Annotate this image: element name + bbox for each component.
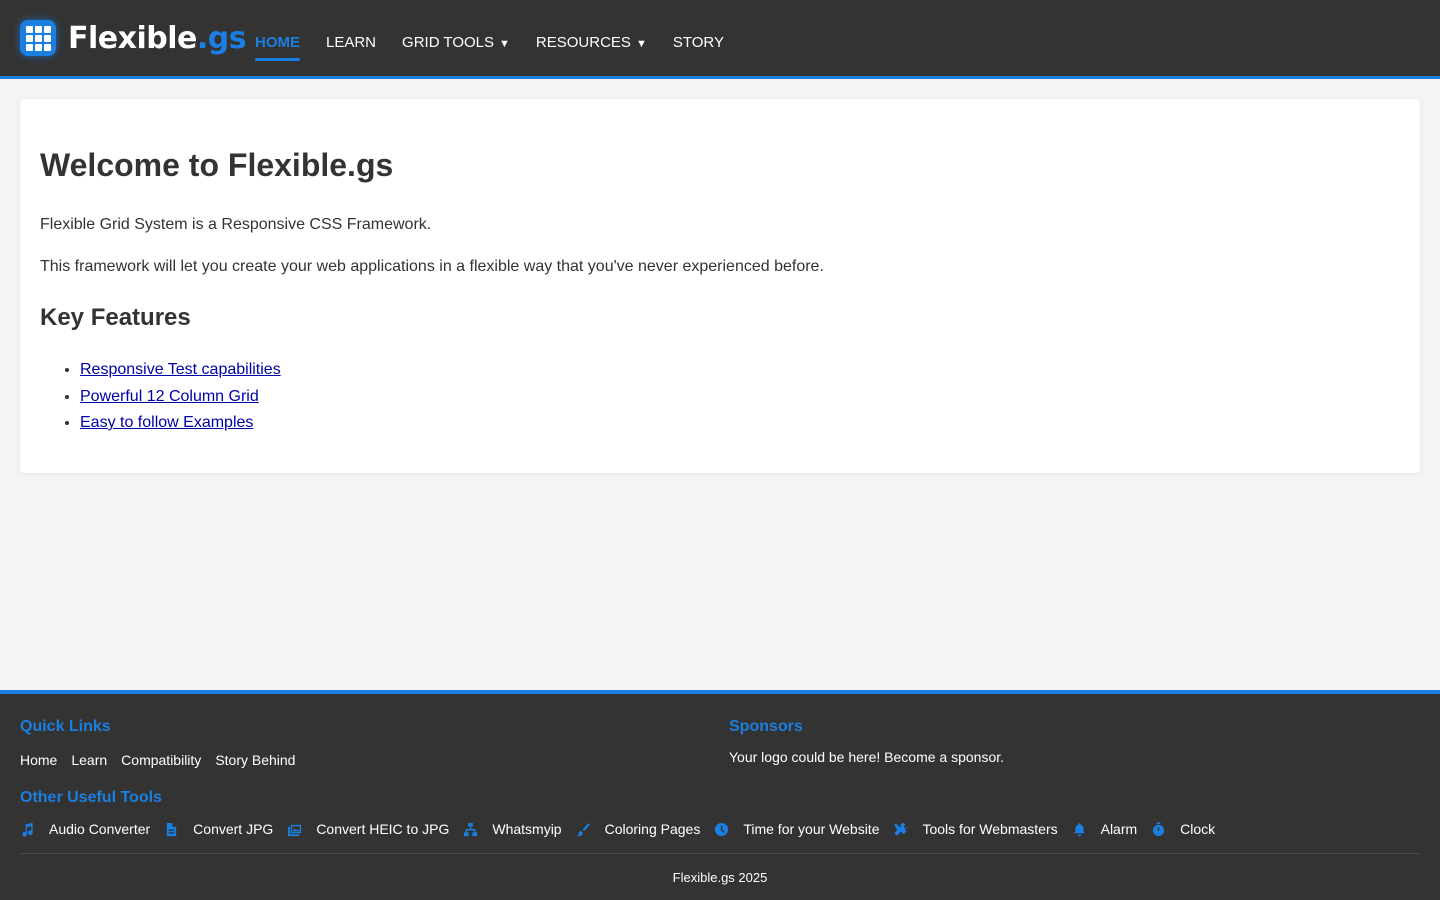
footer-link-story-behind[interactable]: Story Behind: [215, 752, 295, 768]
tool-webmasters[interactable]: Tools for Webmasters: [893, 821, 1058, 837]
intro-text: Flexible Grid System is a Responsive CSS…: [40, 216, 432, 233]
footer-divider: [20, 853, 1420, 854]
quick-links: Home Learn Compatibility Story Behind: [20, 752, 309, 768]
tool-convert-jpg[interactable]: Convert JPG: [164, 821, 273, 837]
welcome-card: Welcome to Flexible.gs Flexible Grid Sys…: [20, 99, 1420, 473]
paintbrush-icon: [576, 822, 590, 836]
description-text: This framework will let you create your …: [40, 258, 824, 275]
feature-link-examples[interactable]: Easy to follow Examples: [80, 414, 253, 431]
tool-time-for-website[interactable]: Time for your Website: [714, 821, 879, 837]
sponsors-heading: Sponsors: [729, 718, 803, 735]
feature-link-responsive-test[interactable]: Responsive Test capabilities: [80, 361, 281, 378]
tool-coloring-pages[interactable]: Coloring Pages: [576, 821, 700, 837]
caret-down-icon: ▼: [635, 38, 647, 50]
footer-link-learn[interactable]: Learn: [71, 752, 107, 768]
footer-link-compatibility[interactable]: Compatibility: [121, 752, 201, 768]
bell-icon: [1073, 822, 1085, 836]
top-navigation-bar: Flexible.gs HOME LEARN GRID TOOLS ▼ RESOU…: [0, 0, 1440, 79]
footer-link-home[interactable]: Home: [20, 752, 57, 768]
caret-down-icon: ▼: [499, 38, 510, 50]
copyright-text: Flexible.gs 2025: [672, 870, 768, 885]
logo-text: Flexible.gs: [68, 20, 247, 56]
tool-clock[interactable]: Clock: [1151, 821, 1215, 837]
network-icon: [464, 822, 478, 836]
file-image-icon: [166, 822, 177, 836]
key-features-heading: Key Features: [40, 304, 191, 331]
main-nav: HOME LEARN GRID TOOLS ▼ RESOURCES ▼ STORY: [255, 0, 750, 76]
clock-icon: [715, 822, 729, 836]
nav-learn[interactable]: LEARN: [326, 0, 376, 76]
page-title: Welcome to Flexible.gs: [40, 147, 394, 183]
other-tools-heading: Other Useful Tools: [20, 789, 162, 806]
list-item: Responsive Test capabilities: [80, 360, 281, 387]
music-icon: [22, 822, 33, 837]
stopwatch-icon: [1153, 821, 1165, 836]
tools-list: Audio Converter Convert JPG Convert HEIC…: [20, 821, 1229, 837]
site-logo[interactable]: Flexible.gs: [20, 19, 247, 57]
tool-alarm[interactable]: Alarm: [1072, 821, 1137, 837]
site-footer: Quick Links Home Learn Compatibility Sto…: [0, 690, 1440, 900]
quick-links-heading: Quick Links: [20, 718, 111, 735]
nav-home[interactable]: HOME: [255, 0, 300, 76]
grid-logo-icon: [20, 20, 56, 56]
nav-resources-dropdown[interactable]: RESOURCES ▼: [536, 0, 647, 76]
list-item: Powerful 12 Column Grid: [80, 387, 281, 414]
feature-link-column-grid[interactable]: Powerful 12 Column Grid: [80, 388, 259, 405]
features-list: Responsive Test capabilities Powerful 12…: [80, 360, 281, 440]
tool-whatsmyip[interactable]: Whatsmyip: [463, 821, 562, 837]
tools-icon: [894, 822, 908, 836]
tool-convert-heic[interactable]: Convert HEIC to JPG: [287, 821, 449, 837]
list-item: Easy to follow Examples: [80, 413, 281, 440]
nav-grid-tools-dropdown[interactable]: GRID TOOLS ▼: [402, 0, 510, 76]
nav-story[interactable]: STORY: [673, 0, 724, 76]
images-icon: [288, 824, 302, 836]
tool-audio-converter[interactable]: Audio Converter: [20, 821, 150, 837]
sponsor-text: Your logo could be here! Become a sponso…: [729, 749, 1005, 765]
